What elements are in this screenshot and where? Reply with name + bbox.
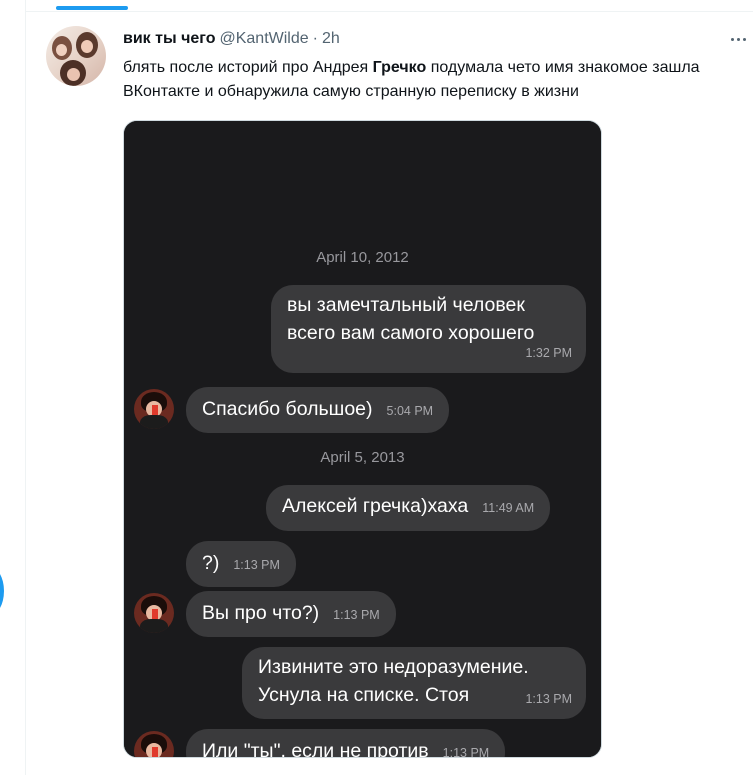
message-bubble-outgoing: Алексей гречка)хаха 11:49 AM bbox=[266, 485, 551, 531]
message-bubble-incoming: Вы про что?) 1:13 PM bbox=[186, 591, 396, 637]
active-tab-indicator bbox=[56, 6, 128, 10]
message-bubble-incoming: Или "ты", если не против 1:13 PM bbox=[186, 729, 506, 758]
tweet-timestamp[interactable]: 2h bbox=[322, 30, 340, 48]
message-text: Алексей гречка)хаха bbox=[282, 495, 469, 517]
message-bubble-incoming: Спасибо большое) 5:04 PM bbox=[186, 387, 450, 433]
message-text: вы замечтальный человек bbox=[287, 294, 525, 316]
tweet-media-image[interactable]: April 10, 2012 вы замечтальный человек в… bbox=[123, 120, 602, 758]
message-bubble-outgoing: вы замечтальный человек всего вам самого… bbox=[271, 285, 586, 373]
message-text: Извините это недоразумение. bbox=[258, 656, 529, 678]
compose-tweet-button[interactable] bbox=[0, 566, 4, 616]
message-time: 1:13 PM bbox=[525, 692, 572, 706]
date-separator: April 5, 2013 bbox=[320, 449, 405, 466]
tweet[interactable]: вик ты чего @KantWilde · 2h блять после … bbox=[26, 12, 753, 775]
sender-avatar bbox=[134, 731, 174, 757]
separator-dot: · bbox=[312, 30, 318, 47]
message-time: 1:13 PM bbox=[333, 608, 380, 622]
date-separator: April 10, 2012 bbox=[316, 249, 409, 266]
tweet-text: блять после историй про Андрея Гречко по… bbox=[123, 56, 743, 104]
message-text: Уснула на списке. Стоя bbox=[258, 684, 470, 706]
message-time: 1:13 PM bbox=[442, 746, 490, 758]
message-bubble-incoming: ?) 1:13 PM bbox=[186, 541, 296, 587]
left-nav-rail bbox=[0, 0, 26, 775]
message-time: 11:49 AM bbox=[482, 501, 535, 515]
more-options-icon[interactable] bbox=[723, 30, 753, 48]
author-handle[interactable]: @KantWilde bbox=[219, 30, 308, 48]
author-avatar[interactable] bbox=[46, 26, 106, 86]
tweet-text-bold: Гречко bbox=[372, 59, 427, 76]
author-name[interactable]: вик ты чего bbox=[123, 30, 215, 48]
tweet-header: вик ты чего @KantWilde · 2h bbox=[123, 30, 340, 50]
message-text: Спасибо большое) bbox=[202, 398, 373, 420]
message-time: 1:32 PM bbox=[525, 346, 572, 360]
sender-avatar bbox=[134, 389, 174, 429]
tweet-text-part: блять после историй про Андрея bbox=[123, 59, 373, 76]
message-text: ?) bbox=[202, 552, 220, 574]
message-text: Вы про что?) bbox=[202, 602, 320, 624]
chat-screenshot: April 10, 2012 вы замечтальный человек в… bbox=[124, 121, 601, 757]
message-time: 1:13 PM bbox=[233, 558, 280, 572]
message-text: Или "ты", если не против bbox=[202, 740, 429, 758]
message-bubble-outgoing: Извините это недоразумение. Уснула на сп… bbox=[242, 647, 586, 719]
sender-avatar bbox=[134, 593, 174, 633]
message-time: 5:04 PM bbox=[386, 404, 434, 418]
